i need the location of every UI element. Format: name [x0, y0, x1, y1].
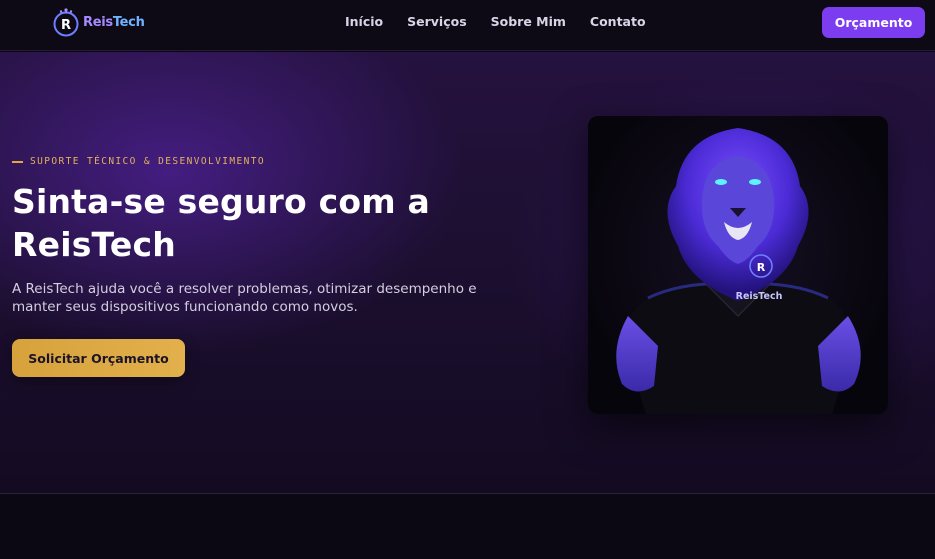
- hero-section: SUPORTE TÉCNICO & DESENVOLVIMENTO Sinta-…: [0, 52, 935, 494]
- nav-link-servicos[interactable]: Serviços: [407, 14, 467, 29]
- brand-logo[interactable]: R ReisTech: [51, 7, 145, 37]
- orcamento-button[interactable]: Orçamento: [822, 7, 925, 38]
- main-nav: Início Serviços Sobre Mim Contato: [345, 14, 646, 29]
- eyebrow-accent-line: [12, 160, 23, 163]
- hero-title-line-2: ReisTech: [12, 225, 176, 264]
- nav-link-sobre-mim[interactable]: Sobre Mim: [491, 14, 566, 29]
- svg-text:R: R: [757, 261, 766, 274]
- hero-title-line-1: Sinta-se seguro com a: [12, 182, 430, 221]
- top-navbar: R ReisTech Início Serviços Sobre Mim Con…: [0, 0, 935, 51]
- nav-link-contato[interactable]: Contato: [590, 14, 646, 29]
- eyebrow-text: SUPORTE TÉCNICO & DESENVOLVIMENTO: [30, 156, 265, 167]
- svg-text:R: R: [61, 18, 71, 33]
- svg-text:ReisTech: ReisTech: [736, 291, 783, 302]
- logo-mark-icon: R: [53, 8, 79, 37]
- hero-eyebrow: SUPORTE TÉCNICO & DESENVOLVIMENTO: [12, 156, 265, 167]
- brand-name: ReisTech: [83, 14, 145, 30]
- lion-mascot-illustration: R ReisTech: [616, 128, 861, 414]
- lion-mascot-image: R ReisTech: [588, 116, 888, 414]
- hero-title: Sinta-se seguro com a ReisTech: [12, 180, 482, 266]
- solicitar-orcamento-button[interactable]: Solicitar Orçamento: [12, 339, 185, 377]
- next-section: [0, 495, 935, 559]
- hero-description: A ReisTech ajuda você a resolver problem…: [12, 281, 477, 315]
- nav-link-inicio[interactable]: Início: [345, 14, 383, 29]
